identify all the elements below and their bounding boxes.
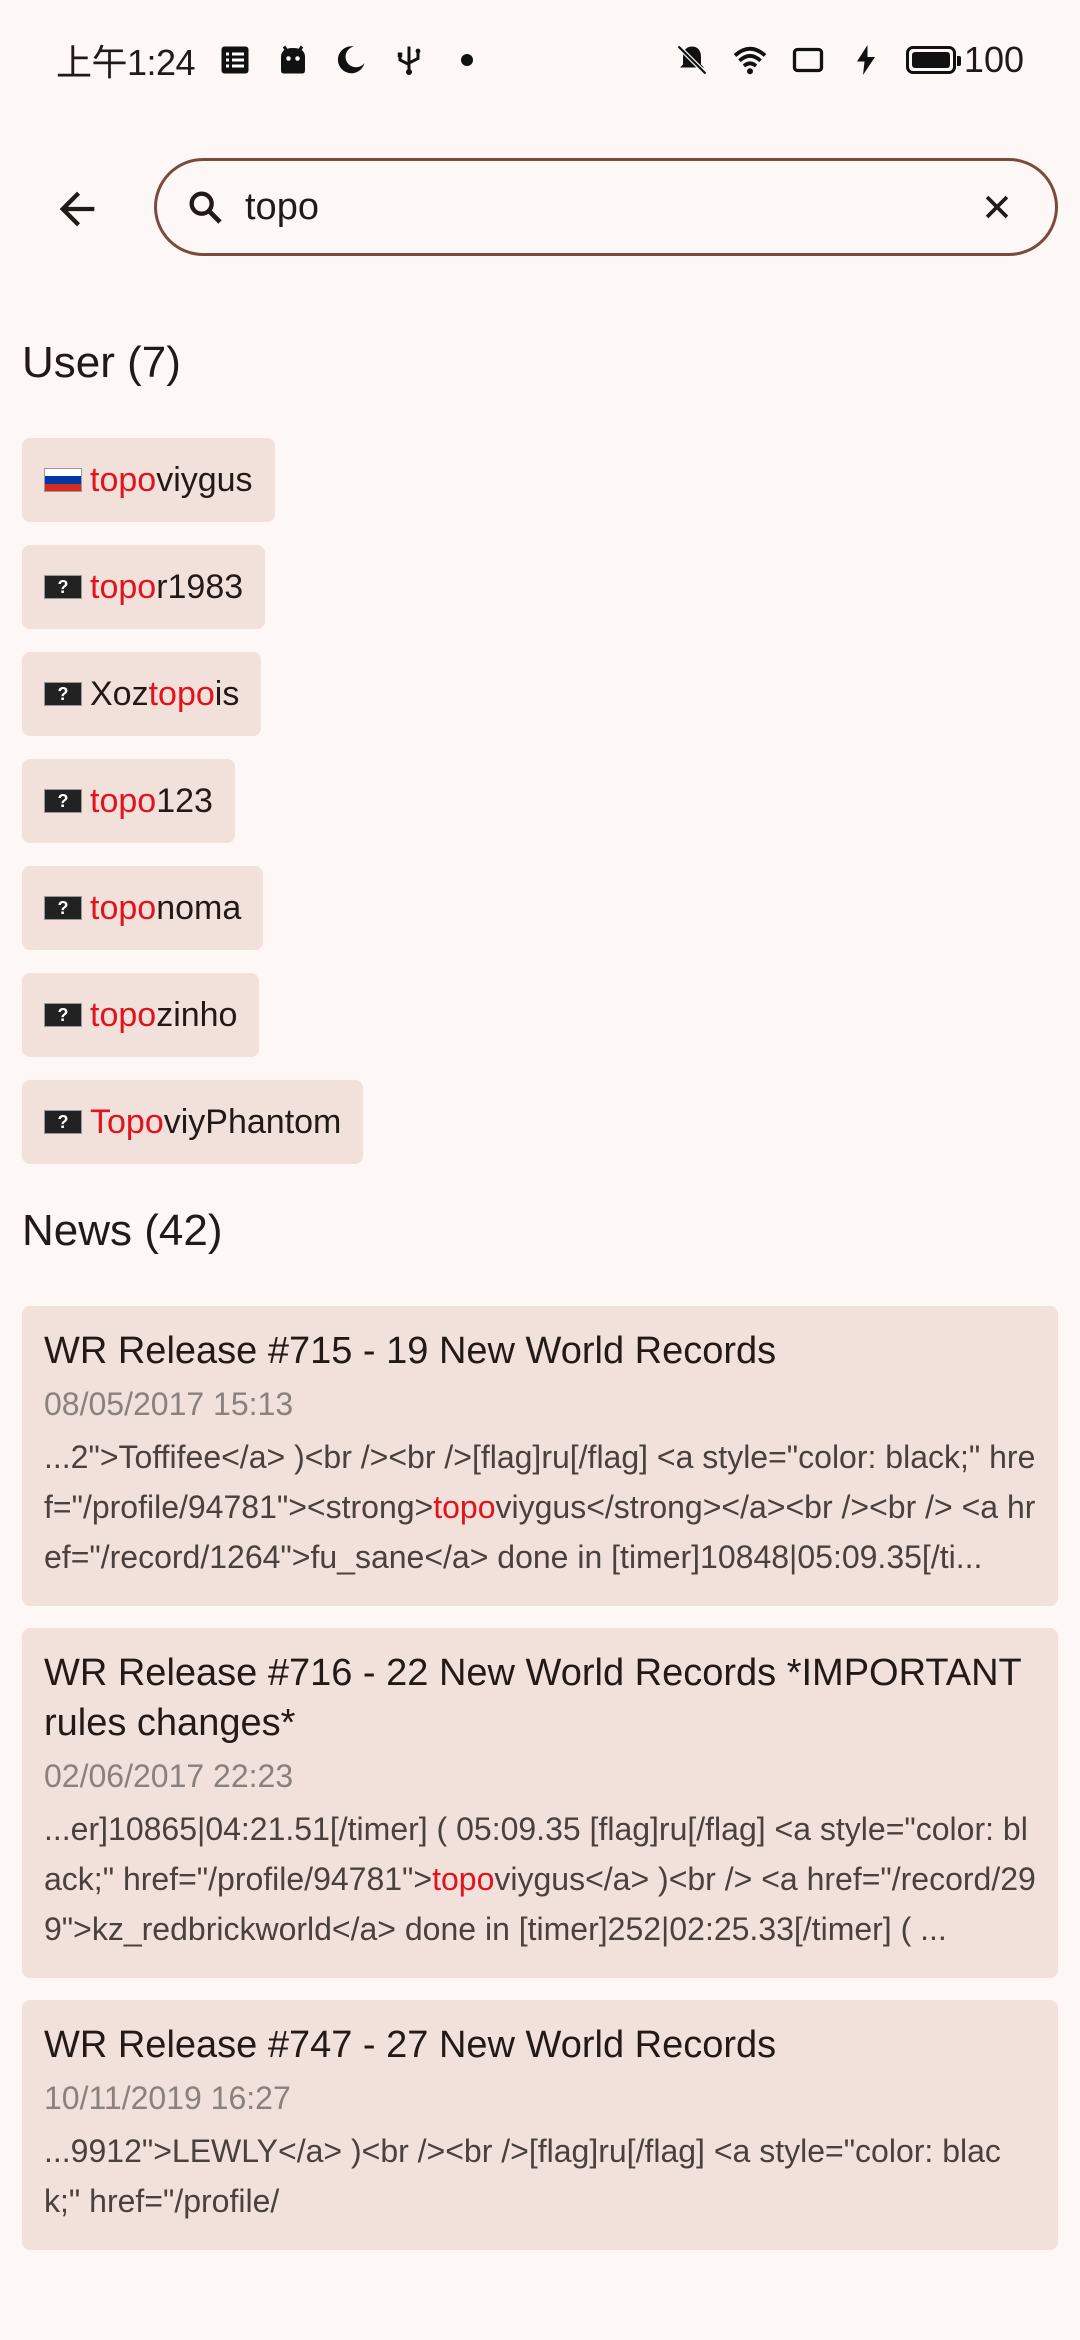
news-date: 10/11/2019 16:27	[44, 2080, 291, 2116]
battery-level: 100	[963, 39, 1024, 80]
news-section-title: News (42)	[22, 1206, 223, 1255]
search-match-highlight: topo	[90, 995, 157, 1034]
user-name-suffix: noma	[156, 888, 242, 927]
battery-indicator: 100	[905, 39, 1024, 81]
battery-icon	[905, 46, 961, 74]
status-time: 上午1:24	[56, 42, 196, 83]
news-snippet: ...2">Toffifee</a> )<br /><br />[flag]ru…	[44, 1432, 1036, 1582]
unknown-flag-icon: ?	[44, 575, 82, 599]
unknown-flag-icon: ?	[44, 682, 82, 706]
user-chip[interactable]: ? toponoma	[22, 866, 264, 950]
search-match-highlight: topo	[90, 567, 157, 606]
russia-flag-icon	[44, 468, 82, 492]
moon-icon	[333, 42, 369, 78]
user-name-suffix: viyPhantom	[163, 1102, 342, 1141]
user-chip[interactable]: ? topo123	[22, 759, 235, 843]
news-card[interactable]: WR Release #747 - 27 New World Records 10…	[22, 2000, 1058, 2250]
user-chip[interactable]: ? topozinho	[22, 973, 260, 1057]
back-button[interactable]	[42, 174, 112, 244]
notes-icon	[217, 42, 253, 78]
user-chip[interactable]: ? topor1983	[22, 545, 266, 629]
unknown-flag-icon: ?	[44, 1003, 82, 1027]
user-row: ? TopoviyPhantom	[22, 1080, 1062, 1187]
news-snippet: ...9912">LEWLY</a> )<br /><br />[flag]ru…	[44, 2126, 1036, 2226]
arrow-back-icon	[59, 191, 95, 227]
news-date: 02/06/2017 22:23	[44, 1758, 294, 1794]
search-match-highlight: topo	[90, 781, 157, 820]
search-icon	[185, 184, 231, 230]
unknown-flag-icon: ?	[44, 896, 82, 920]
user-row: topoviygus	[22, 438, 1062, 545]
search-match-highlight: topo	[90, 460, 157, 499]
user-name: topo123	[90, 782, 213, 821]
search-match-highlight: topo	[432, 1861, 495, 1897]
news-card[interactable]: WR Release #715 - 19 New World Records 08…	[22, 1306, 1058, 1606]
news-title: WR Release #747 - 27 New World Records	[44, 2024, 777, 2066]
news-title: WR Release #715 - 19 New World Records	[44, 1330, 777, 1372]
user-row: ? topor1983	[22, 545, 1062, 652]
user-row: ? topo123	[22, 759, 1062, 866]
user-row: ? toponoma	[22, 866, 1062, 973]
wifi-icon	[732, 42, 768, 78]
user-name: topozinho	[90, 996, 237, 1035]
user-chip[interactable]: topoviygus	[22, 438, 275, 522]
news-date: 08/05/2017 15:13	[44, 1386, 294, 1422]
news-list: WR Release #715 - 19 New World Records 08…	[22, 1306, 1058, 2272]
status-bar: 上午1:24 100	[0, 0, 1080, 120]
status-left: 上午1:24	[56, 34, 485, 86]
charging-icon	[848, 42, 884, 78]
user-name: topoviygus	[90, 461, 253, 500]
news-title: WR Release #716 - 22 New World Records *…	[44, 1652, 1022, 1744]
user-row: ? topozinho	[22, 973, 1062, 1080]
search-match-highlight: Topo	[90, 1102, 164, 1141]
search-match-highlight: topo	[90, 888, 157, 927]
usb-icon	[391, 42, 427, 78]
user-list: topoviygus? topor1983? Xoztopois? topo123? t…	[22, 438, 1062, 1187]
user-name: toponoma	[90, 889, 241, 928]
user-chip[interactable]: ? TopoviyPhantom	[22, 1080, 364, 1164]
user-name-suffix: is	[214, 674, 240, 713]
search-box[interactable]	[154, 158, 1058, 256]
news-snippet: ...er]10865|04:21.51[/timer] ( 05:09.35 …	[44, 1804, 1036, 1954]
user-name-suffix: zinho	[156, 995, 238, 1034]
status-right: 100	[674, 39, 1024, 81]
user-name-suffix: 123	[156, 781, 213, 820]
news-card[interactable]: WR Release #716 - 22 New World Records *…	[22, 1628, 1058, 1978]
search-match-highlight: topo	[148, 674, 215, 713]
search-input[interactable]	[245, 177, 967, 237]
clear-search-button[interactable]	[967, 177, 1027, 237]
unknown-flag-icon: ?	[44, 1110, 82, 1134]
search-bar-row	[0, 152, 1080, 262]
search-match-highlight: topo	[433, 1489, 496, 1525]
user-row: ? Xoztopois	[22, 652, 1062, 759]
snippet-prefix: ...9912">LEWLY</a> )<br /><br />[flag]ru…	[44, 2133, 1001, 2219]
user-name-prefix: Xoz	[90, 674, 149, 713]
mute-icon	[674, 42, 710, 78]
user-name-suffix: viygus	[156, 460, 253, 499]
user-name: Xoztopois	[90, 675, 239, 714]
user-name: TopoviyPhantom	[90, 1103, 341, 1142]
user-chip[interactable]: ? Xoztopois	[22, 652, 262, 736]
cast-icon	[790, 42, 826, 78]
users-section-title: User (7)	[22, 338, 181, 387]
user-name: topor1983	[90, 568, 243, 607]
user-name-suffix: r1983	[156, 567, 244, 606]
close-icon	[985, 195, 1009, 219]
unknown-flag-icon: ?	[44, 789, 82, 813]
dot-icon	[449, 42, 485, 78]
android-icon	[275, 42, 311, 78]
